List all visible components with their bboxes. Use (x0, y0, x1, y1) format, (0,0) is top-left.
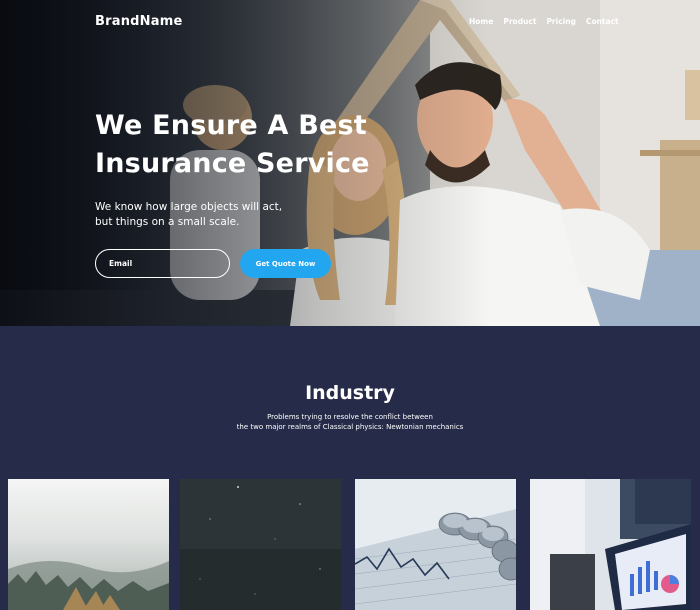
brand-logo[interactable]: BrandName (95, 14, 182, 29)
industry-subtitle-line-2: the two major realms of Classical physic… (236, 423, 464, 431)
hero-section: BrandName Home Product Pricing Contact W… (0, 0, 700, 326)
industry-section: Industry Problems trying to resolve the … (0, 326, 700, 610)
industry-subtitle-line-1: Problems trying to resolve the conflict … (267, 413, 433, 421)
night-sky-image (180, 479, 341, 610)
misty-forest-image (8, 479, 169, 610)
nav-pricing-link[interactable]: Pricing (546, 17, 576, 26)
hero-subtitle-line-1: We know how large objects will act, (95, 201, 283, 213)
nav-contact-link[interactable]: Contact (586, 17, 619, 26)
laptop-dashboard-image (530, 479, 691, 610)
industry-card-night[interactable] (180, 479, 341, 610)
industry-title: Industry (305, 382, 395, 404)
hero-subtitle-line-2: but things on a small scale. (95, 216, 240, 228)
hero-title-line-1: We Ensure A Best (95, 110, 367, 141)
coins-chart-image (355, 479, 516, 610)
hero-subtitle: We know how large objects will act, but … (95, 200, 335, 230)
industry-subtitle: Problems trying to resolve the conflict … (0, 412, 700, 432)
nav-home-link[interactable]: Home (469, 17, 493, 26)
email-input[interactable] (95, 249, 230, 278)
nav-product-link[interactable]: Product (503, 17, 536, 26)
hero-title-line-2: Insurance Service (95, 148, 370, 179)
get-quote-button[interactable]: Get Quote Now (240, 249, 331, 278)
main-nav: Home Product Pricing Contact (469, 17, 629, 26)
industry-card-forest[interactable] (8, 479, 169, 610)
hero-title: We Ensure A Best Insurance Service (95, 107, 415, 183)
industry-card-analytics[interactable] (530, 479, 691, 610)
industry-card-finance[interactable] (355, 479, 516, 610)
